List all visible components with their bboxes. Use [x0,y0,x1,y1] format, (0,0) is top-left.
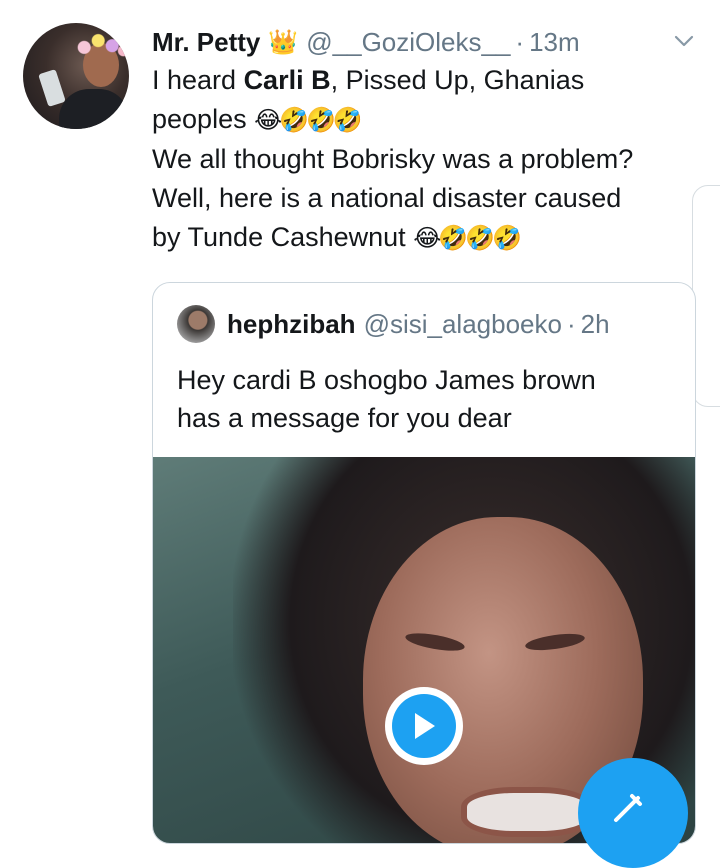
crown-icon: 👑 [268,28,299,56]
chevron-down-icon[interactable] [673,30,695,52]
tweet-line-1: I heard Carli B, Pissed Up, Ghanias [152,65,585,95]
quoted-tweet-timestamp[interactable]: 2h [581,309,610,340]
compose-tweet-icon [608,788,648,833]
avatar-cup-shape [38,69,66,107]
tweet-line-5: by Tunde Cashewnut 😂🤣🤣🤣 [152,222,522,252]
play-icon [392,694,456,758]
tweet-text: I heard Carli B, Pissed Up, Ghanias peop… [152,61,692,258]
laughing-emoji-group: 😂🤣🤣🤣 [413,225,522,252]
quoted-line-2: has a message for you dear [177,403,512,433]
author-handle[interactable]: @__GoziOleks__ [306,27,510,58]
laughing-emoji-group: 😂🤣🤣🤣 [254,107,363,134]
side-panel-edge [692,185,720,407]
tweet-header: Mr. Petty 👑 @__GoziOleks__ · 13m [152,26,720,58]
author-avatar[interactable] [23,23,129,129]
quoted-tweet-text: Hey cardi B oshogbo James brown has a me… [177,361,677,437]
video-mouth-shape [461,787,593,837]
avatar-flower-crown-shape [73,27,129,61]
mention-carli-b: Carli B [243,65,331,95]
separator-dot: · [515,26,525,57]
separator-dot: · [566,308,576,339]
tweet-line-4: Well, here is a national disaster caused [152,183,622,213]
compose-tweet-button[interactable] [578,758,688,868]
quoted-author-avatar[interactable] [177,305,215,343]
play-button[interactable] [385,687,463,765]
tweet-line-3: We all thought Bobrisky was a problem? [152,144,634,174]
quoted-line-1: Hey cardi B oshogbo James brown [177,365,596,395]
quoted-tweet-header: hephzibah @sisi_alagboeko · 2h [177,305,610,343]
tweet-line-2: peoples 😂🤣🤣🤣 [152,104,363,134]
avatar-shirt-shape [59,89,129,129]
author-name[interactable]: Mr. Petty [152,27,260,58]
tweet-timestamp[interactable]: 13m [529,27,580,58]
quoted-author-handle[interactable]: @sisi_alagboeko [364,309,562,340]
quoted-author-name[interactable]: hephzibah [227,309,356,340]
quoted-tweet-card[interactable]: hephzibah @sisi_alagboeko · 2h Hey cardi… [152,282,696,844]
